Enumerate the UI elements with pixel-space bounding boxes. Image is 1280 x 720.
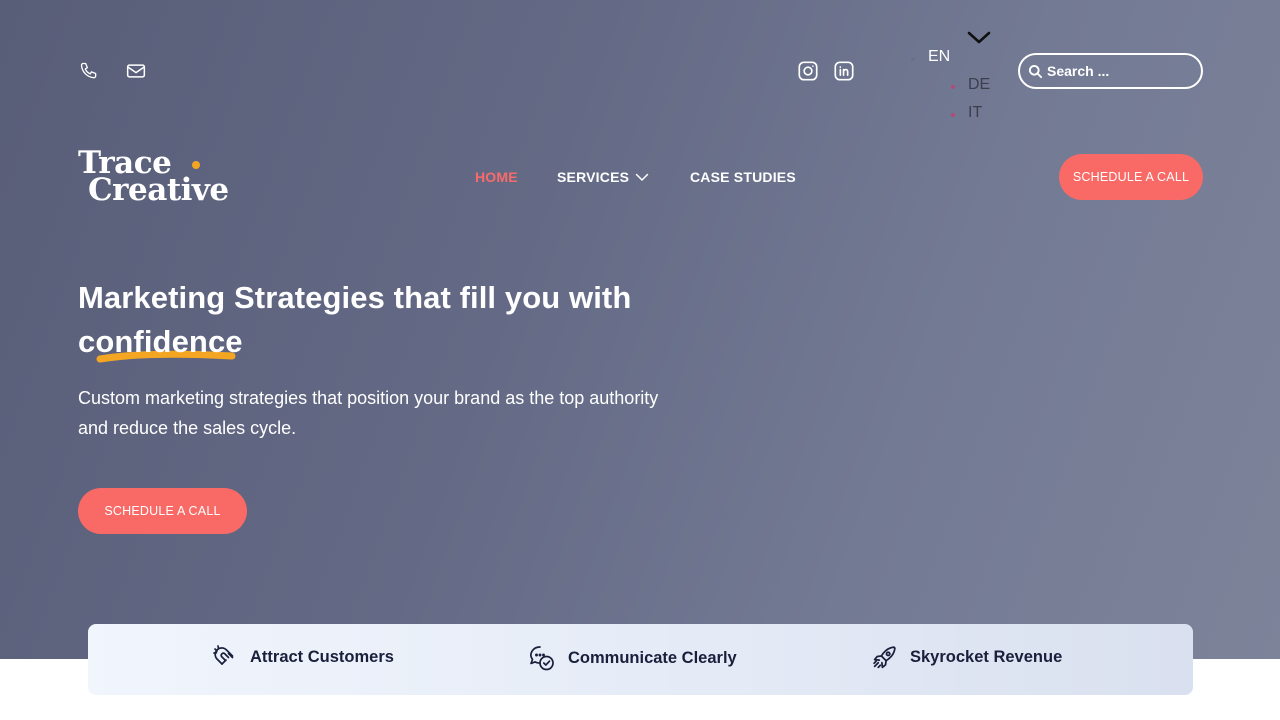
- search-input[interactable]: [1047, 63, 1197, 79]
- chevron-down-icon: [635, 173, 649, 181]
- feature-skyrocket-revenue: Skyrocket Revenue: [871, 644, 1062, 671]
- nav-item-home[interactable]: HOME: [475, 169, 518, 185]
- language-item-en[interactable]: EN: [928, 48, 950, 66]
- logo-dot: [192, 161, 200, 169]
- instagram-icon[interactable]: [797, 60, 819, 82]
- phone-icon[interactable]: [78, 60, 100, 82]
- magnet-icon: [213, 645, 234, 665]
- features-bar: Attract Customers Communicate Clearly Sk…: [88, 624, 1193, 695]
- nav-item-label: SERVICES: [557, 169, 630, 185]
- list-bullet: [951, 85, 955, 89]
- feature-label: Skyrocket Revenue: [910, 648, 1063, 666]
- nav-item-services[interactable]: SERVICES: [557, 169, 649, 185]
- linkedin-icon[interactable]: [833, 60, 855, 82]
- hero-title-highlight: confidence: [78, 320, 243, 364]
- hero-subtitle: Custom marketing strategies that positio…: [78, 388, 659, 438]
- feature-label: Attract Customers: [250, 647, 394, 666]
- rocket-icon: [873, 646, 896, 669]
- list-bullet: [911, 57, 915, 61]
- language-item-de[interactable]: DE: [968, 76, 990, 94]
- mail-icon[interactable]: [125, 60, 147, 82]
- feature-label: Communicate Clearly: [568, 648, 737, 667]
- language-item-it[interactable]: IT: [968, 104, 982, 122]
- search-box[interactable]: [1018, 53, 1203, 89]
- trace-creative-logo[interactable]: Trace Creative: [78, 148, 229, 208]
- list-bullet: [951, 113, 955, 117]
- feature-attract-customers: Attract Customers: [212, 644, 394, 670]
- search-icon: [1028, 64, 1043, 78]
- feature-communicate-clearly: Communicate Clearly: [528, 644, 737, 672]
- hero-title-text: Marketing Strategies that fill you with: [78, 280, 632, 315]
- nav-item-label: HOME: [475, 169, 518, 185]
- language-chevron-down-icon[interactable]: [966, 28, 992, 48]
- chat-bubbles-icon: [530, 646, 554, 671]
- schedule-call-button-header[interactable]: SCHEDULE A CALL: [1059, 154, 1203, 200]
- schedule-call-button-hero[interactable]: SCHEDULE A CALL: [78, 488, 247, 534]
- logo-line-2: Creative: [88, 172, 229, 208]
- nav-item-case-studies[interactable]: CASE STUDIES: [690, 169, 796, 185]
- nav-item-label: CASE STUDIES: [690, 169, 796, 185]
- hero-title: Marketing Strategies that fill you with …: [78, 276, 718, 364]
- hero-title-highlight-text: confidence: [78, 324, 243, 359]
